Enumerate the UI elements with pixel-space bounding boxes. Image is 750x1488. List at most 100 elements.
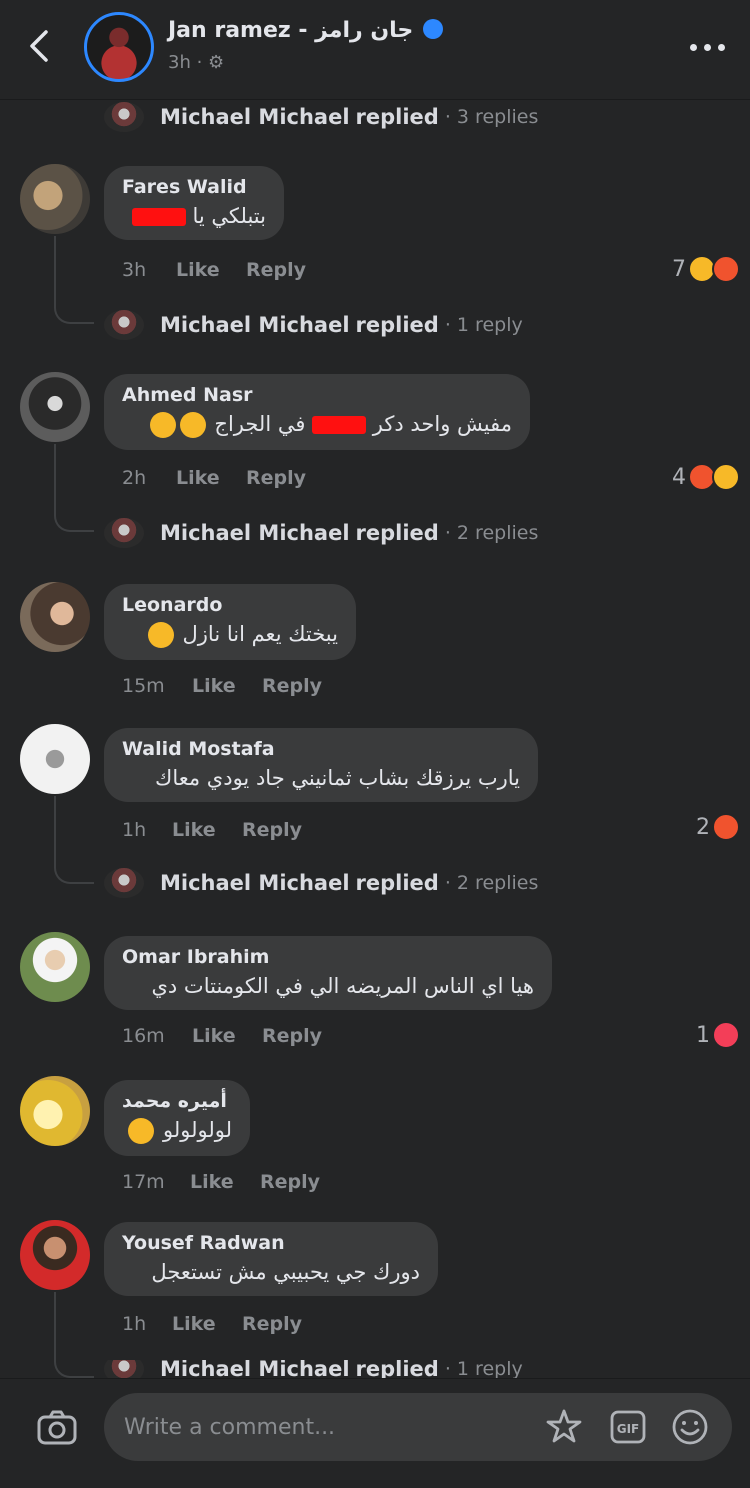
laughing-emoji-icon (179, 412, 206, 438)
reactions-summary[interactable]: 4 (672, 460, 740, 494)
censor-bar (312, 416, 367, 434)
comment-bubble[interactable]: Ahmed Nasr مفيش واحد دكر في الجراج (104, 374, 530, 450)
like-button[interactable]: Like (192, 675, 262, 697)
thread-line (54, 444, 94, 532)
author-name-row[interactable]: Jan ramez - جان رامز (168, 18, 444, 43)
back-button[interactable] (22, 26, 58, 66)
reaction-count: 7 (672, 256, 686, 282)
reaction-count: 1 (696, 1022, 710, 1048)
comment-bubble[interactable]: Yousef Radwan دورك جي يحبيبي مش تستعجل (104, 1222, 438, 1296)
thread-line (54, 796, 94, 884)
comment-actions: 1h Like Reply (122, 1310, 302, 1338)
comment-actions: 15m Like Reply (122, 672, 322, 700)
comment-time: 2h (122, 467, 147, 489)
smiling-emoji-icon (128, 1118, 155, 1144)
like-button[interactable]: Like (176, 467, 246, 489)
reply-count: · 2 replies (444, 522, 539, 544)
reactions-summary[interactable]: 2 (696, 810, 740, 844)
replier-name: Michael Michael (160, 313, 350, 337)
replied-label: replied (355, 1360, 439, 1378)
replier-name: Michael Michael (160, 871, 350, 895)
reply-button[interactable]: Reply (246, 467, 306, 489)
avatar[interactable] (20, 372, 90, 442)
commenter-name[interactable]: Omar Ibrahim (122, 946, 534, 968)
thread-line (54, 236, 94, 324)
reply-count: · 3 replies (444, 106, 539, 128)
reply-button[interactable]: Reply (260, 1171, 320, 1193)
comment-composer-bar: GIF (0, 1378, 750, 1488)
replies-link[interactable]: Michael Michael replied · 1 reply (104, 1360, 523, 1378)
comment-time: 3h (122, 259, 147, 281)
comment-bubble[interactable]: Walid Mostafa يارب يرزقك بشاب ثمانيني جا… (104, 728, 538, 802)
like-button[interactable]: Like (192, 1025, 262, 1047)
avatar[interactable] (20, 582, 90, 652)
angry-reaction-icon (712, 255, 740, 283)
reply-button[interactable]: Reply (242, 1313, 302, 1335)
replier-name: Michael Michael (160, 1360, 350, 1378)
avatar (104, 518, 144, 548)
more-dot-icon (690, 44, 697, 51)
camera-button[interactable] (34, 1405, 80, 1451)
like-button[interactable]: Like (176, 259, 246, 281)
emoji-button[interactable] (670, 1407, 710, 1447)
comment-time: 16m (122, 1025, 165, 1047)
haha-reaction-icon (712, 463, 740, 491)
avatar[interactable] (20, 1220, 90, 1290)
comment-bubble[interactable]: Leonardo يبختك يعم انا نازل (104, 584, 356, 660)
author-avatar[interactable] (84, 12, 154, 82)
comment-actions: 17m Like Reply (122, 1168, 320, 1196)
reply-button[interactable]: Reply (246, 259, 306, 281)
laughing-emoji-icon (149, 412, 176, 438)
reactions-summary[interactable]: 1 (696, 1018, 740, 1052)
author-name[interactable]: Jan ramez - جان رامز (168, 18, 413, 43)
comment-text-row: بتبلكي يا (122, 204, 266, 228)
replies-link[interactable]: Michael Michael replied · 1 reply (104, 308, 523, 342)
replied-label: replied (355, 521, 439, 545)
comment-text: مفيش واحد دكر (372, 412, 512, 436)
comment-actions: 16m Like Reply (122, 1022, 322, 1050)
comment-text: هيا اي الناس المريضه الي في الكومنتات دي (151, 974, 534, 998)
reply-button[interactable]: Reply (262, 675, 322, 697)
more-dot-icon (704, 44, 711, 51)
commenter-name[interactable]: Fares Walid (122, 176, 266, 198)
comment-bubble[interactable]: أميره محمد لولولولو (104, 1080, 250, 1156)
comment-box[interactable]: GIF (104, 1393, 732, 1461)
chevron-left-icon (30, 30, 48, 62)
commenter-name[interactable]: أميره محمد (122, 1090, 232, 1112)
reply-count: · 2 replies (444, 872, 539, 894)
svg-text:GIF: GIF (617, 1422, 640, 1436)
replies-link[interactable]: Michael Michael replied · 2 replies (104, 516, 538, 550)
avatar[interactable] (20, 724, 90, 794)
love-reaction-icon (712, 1021, 740, 1049)
avatar (104, 310, 144, 340)
commenter-name[interactable]: Walid Mostafa (122, 738, 520, 760)
censor-bar (131, 208, 186, 226)
comment-bubble[interactable]: Omar Ibrahim هيا اي الناس المريضه الي في… (104, 936, 552, 1010)
comment-actions: 2h Like Reply (122, 464, 306, 492)
comment-time: 1h (122, 1313, 147, 1335)
avatar[interactable] (20, 932, 90, 1002)
replied-label: replied (355, 105, 439, 129)
replier-name: Michael Michael (160, 105, 350, 129)
commenter-name[interactable]: Yousef Radwan (122, 1232, 420, 1254)
comment-input[interactable] (124, 1393, 524, 1461)
avatar[interactable] (20, 164, 90, 234)
more-options-button[interactable] (686, 28, 730, 64)
reactions-summary[interactable]: 7 (672, 252, 740, 286)
commenter-name[interactable]: Ahmed Nasr (122, 384, 512, 406)
reply-button[interactable]: Reply (242, 819, 302, 841)
commenter-name[interactable]: Leonardo (122, 594, 338, 616)
replies-link[interactable]: Michael Michael replied · 2 replies (104, 866, 538, 900)
reply-count: · 1 reply (444, 314, 523, 336)
camera-icon (37, 1410, 77, 1445)
like-button[interactable]: Like (172, 819, 242, 841)
comment-text-row: يبختك يعم انا نازل (122, 622, 338, 648)
gif-button[interactable]: GIF (608, 1407, 648, 1447)
like-button[interactable]: Like (190, 1171, 260, 1193)
replies-link[interactable]: Michael Michael replied · 3 replies (104, 100, 538, 134)
sticker-button[interactable] (544, 1407, 584, 1447)
reply-button[interactable]: Reply (262, 1025, 322, 1047)
comment-bubble[interactable]: Fares Walid بتبلكي يا (104, 166, 284, 240)
like-button[interactable]: Like (172, 1313, 242, 1335)
avatar[interactable] (20, 1076, 90, 1146)
